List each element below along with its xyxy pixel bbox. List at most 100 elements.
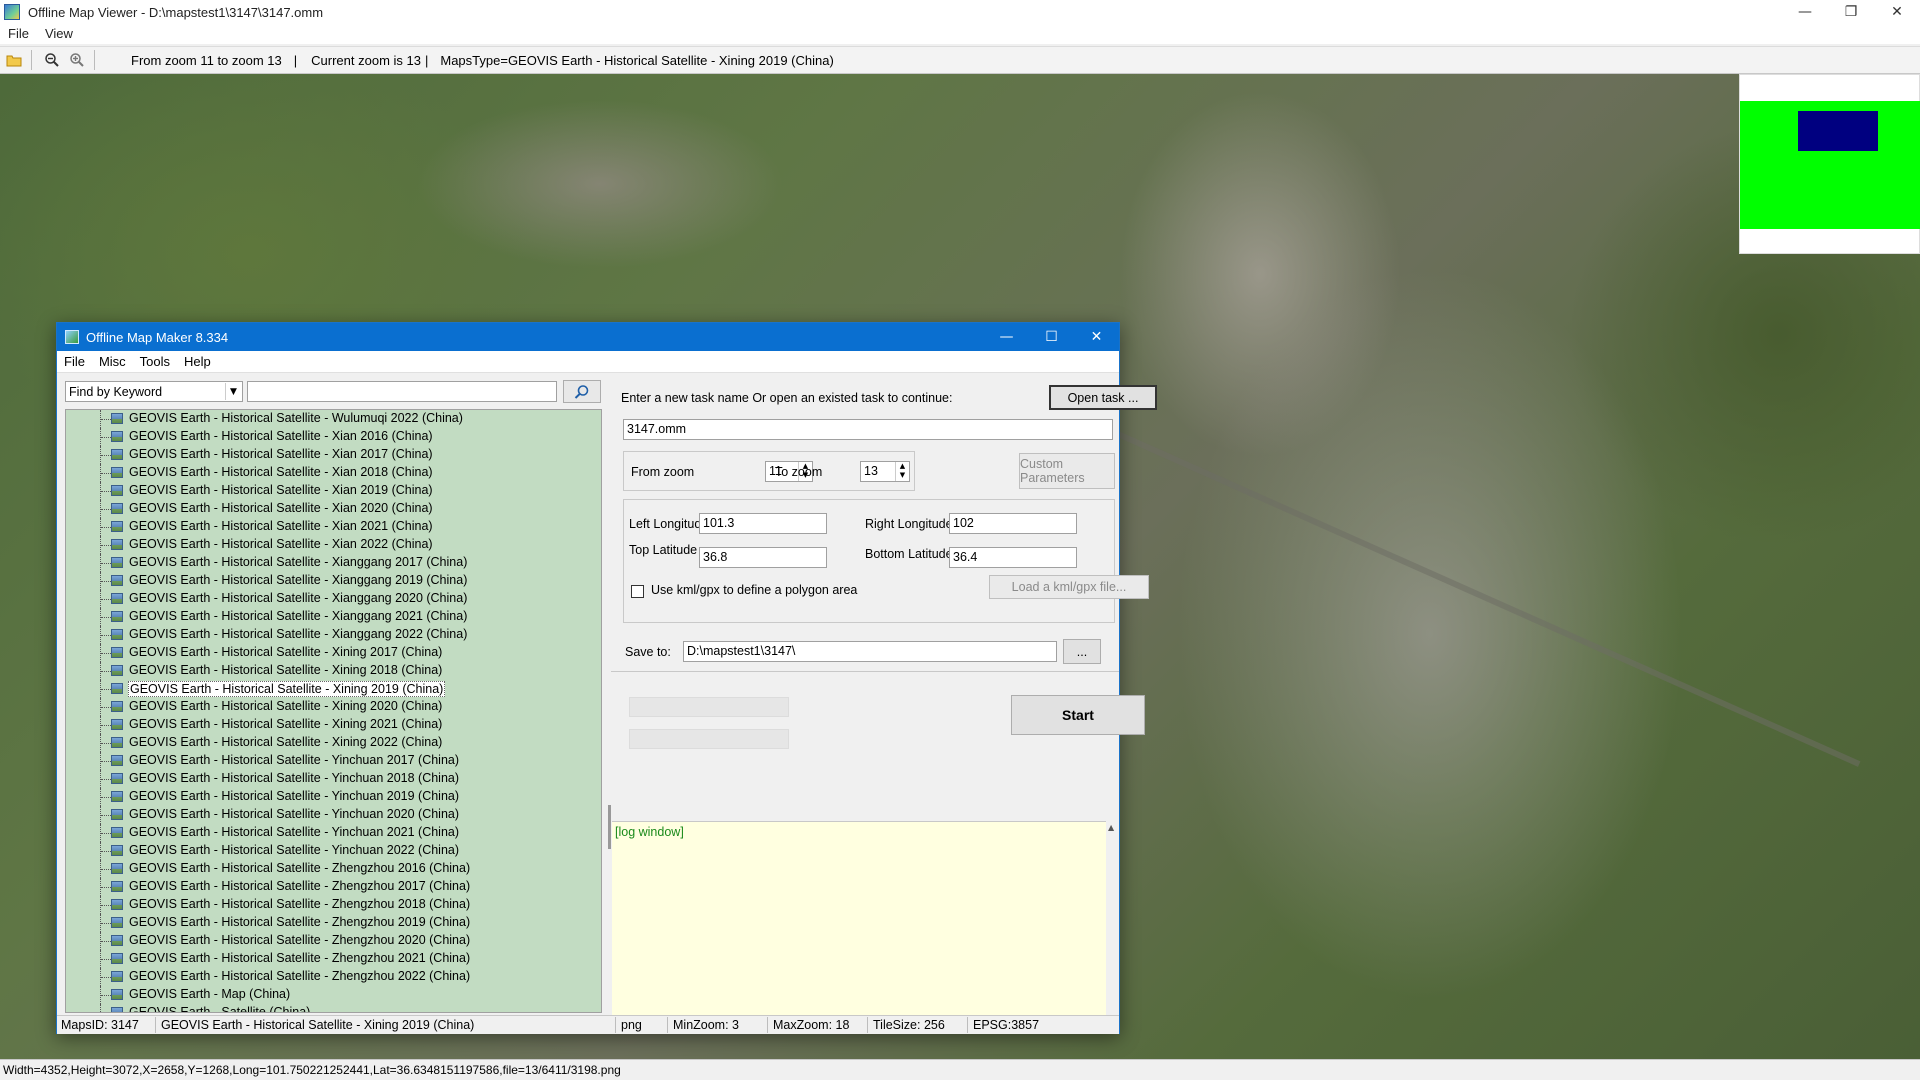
map-type-item[interactable]: GEOVIS Earth - Historical Satellite - Zh… <box>66 950 596 968</box>
map-type-item[interactable]: GEOVIS Earth - Historical Satellite - Xi… <box>66 554 596 572</box>
tree-connector <box>100 824 111 842</box>
map-type-item[interactable]: GEOVIS Earth - Historical Satellite - Zh… <box>66 878 596 896</box>
find-by-dropdown[interactable]: Find by Keyword ▼ <box>65 381 243 402</box>
map-type-item[interactable]: GEOVIS Earth - Satellite (China) <box>66 1004 596 1013</box>
map-type-tree[interactable]: GEOVIS Earth - Historical Satellite - Wu… <box>65 409 602 1013</box>
tree-connector <box>100 518 111 536</box>
map-tile-icon <box>111 611 123 622</box>
map-type-item[interactable]: GEOVIS Earth - Historical Satellite - Zh… <box>66 914 596 932</box>
map-type-item[interactable]: GEOVIS Earth - Historical Satellite - Xi… <box>66 680 596 698</box>
top-latitude-input[interactable]: 36.8 <box>699 547 827 568</box>
map-tile-icon <box>111 521 123 532</box>
map-type-list: GEOVIS Earth - Historical Satellite - Wu… <box>66 410 596 1013</box>
maker-menu-tools[interactable]: Tools <box>133 354 177 369</box>
overview-minimap[interactable] <box>1739 74 1920 254</box>
map-type-item[interactable]: GEOVIS Earth - Historical Satellite - Xi… <box>66 590 596 608</box>
kml-checkbox[interactable] <box>631 585 644 598</box>
spinner-arrows-icon[interactable]: ▲ ▼ <box>895 462 909 481</box>
map-type-label: GEOVIS Earth - Historical Satellite - Xi… <box>129 717 443 731</box>
map-type-item[interactable]: GEOVIS Earth - Historical Satellite - Xi… <box>66 662 596 680</box>
tree-connector <box>100 788 111 806</box>
map-type-item[interactable]: GEOVIS Earth - Historical Satellite - Wu… <box>66 410 596 428</box>
log-window[interactable]: [log window] <box>612 821 1106 1031</box>
zoom-out-icon[interactable] <box>41 49 63 71</box>
menu-view[interactable]: View <box>37 26 81 41</box>
map-type-item[interactable]: GEOVIS Earth - Historical Satellite - Zh… <box>66 860 596 878</box>
zoom-in-icon[interactable] <box>66 49 88 71</box>
tree-connector <box>100 986 111 1004</box>
close-icon[interactable]: ✕ <box>1874 0 1920 24</box>
menu-file[interactable]: File <box>0 26 37 41</box>
maker-menu-help[interactable]: Help <box>177 354 218 369</box>
maker-title: Offline Map Maker 8.334 <box>86 329 229 345</box>
map-tile-icon <box>111 719 123 730</box>
map-type-item[interactable]: GEOVIS Earth - Historical Satellite - Xi… <box>66 734 596 752</box>
maker-titlebar: Offline Map Maker 8.334 — ☐ ✕ <box>57 323 1119 351</box>
bottom-latitude-input[interactable]: 36.4 <box>949 547 1077 568</box>
map-type-item[interactable]: GEOVIS Earth - Historical Satellite - Yi… <box>66 806 596 824</box>
browse-button[interactable]: ... <box>1063 639 1101 664</box>
progress-bar-secondary <box>629 729 789 749</box>
map-tile-icon <box>111 827 123 838</box>
map-type-item[interactable]: GEOVIS Earth - Historical Satellite - Yi… <box>66 824 596 842</box>
map-type-item[interactable]: GEOVIS Earth - Map (China) <box>66 986 596 1004</box>
left-longitude-label: Left Longitude <box>629 517 709 531</box>
keyword-input[interactable] <box>247 381 557 402</box>
maximize-icon[interactable]: ☐ <box>1029 323 1074 351</box>
map-type-item[interactable]: GEOVIS Earth - Historical Satellite - Xi… <box>66 716 596 734</box>
status-epsg: EPSG:3857 <box>973 1018 1040 1032</box>
log-scrollbar[interactable]: ▲ ▼ <box>1106 821 1119 1031</box>
restore-icon[interactable]: ❐ <box>1828 0 1874 24</box>
minimize-icon[interactable]: — <box>1782 0 1828 24</box>
scroll-up-icon[interactable]: ▲ <box>1108 823 1114 832</box>
map-type-item[interactable]: GEOVIS Earth - Historical Satellite - Xi… <box>66 608 596 626</box>
map-type-item[interactable]: GEOVIS Earth - Historical Satellite - Yi… <box>66 788 596 806</box>
map-type-item[interactable]: GEOVIS Earth - Historical Satellite - Xi… <box>66 572 596 590</box>
chevron-down-icon[interactable]: ▼ <box>225 383 241 400</box>
tree-connector <box>100 554 111 572</box>
tree-connector <box>100 662 111 680</box>
status-divider <box>155 1017 156 1033</box>
map-type-item[interactable]: GEOVIS Earth - Historical Satellite - Zh… <box>66 896 596 914</box>
search-icon <box>574 384 589 399</box>
map-type-item[interactable]: GEOVIS Earth - Historical Satellite - Xi… <box>66 482 596 500</box>
map-type-item[interactable]: GEOVIS Earth - Historical Satellite - Yi… <box>66 770 596 788</box>
search-button[interactable] <box>563 380 601 403</box>
minimap-viewport[interactable] <box>1798 111 1878 151</box>
tree-connector <box>100 644 111 662</box>
map-type-item[interactable]: GEOVIS Earth - Historical Satellite - Xi… <box>66 518 596 536</box>
map-type-label: GEOVIS Earth - Historical Satellite - Xi… <box>129 447 433 461</box>
save-path-input[interactable]: D:\mapstest1\3147\ <box>683 641 1057 662</box>
map-type-item[interactable]: GEOVIS Earth - Historical Satellite - Xi… <box>66 644 596 662</box>
task-name-input[interactable]: 3147.omm <box>623 419 1113 440</box>
maker-menu-file[interactable]: File <box>57 354 92 369</box>
close-icon[interactable]: ✕ <box>1074 323 1119 351</box>
open-folder-icon[interactable] <box>3 49 25 71</box>
tree-connector <box>100 896 111 914</box>
custom-parameters-button[interactable]: Custom Parameters <box>1019 453 1115 489</box>
minimize-icon[interactable]: — <box>984 323 1029 351</box>
load-kml-button[interactable]: Load a kml/gpx file... <box>989 575 1149 599</box>
map-type-item[interactable]: GEOVIS Earth - Historical Satellite - Xi… <box>66 626 596 644</box>
open-task-button[interactable]: Open task ... <box>1049 385 1157 410</box>
left-longitude-input[interactable]: 101.3 <box>699 513 827 534</box>
map-type-item[interactable]: GEOVIS Earth - Historical Satellite - Xi… <box>66 500 596 518</box>
map-type-item[interactable]: GEOVIS Earth - Historical Satellite - Zh… <box>66 968 596 986</box>
map-type-label: GEOVIS Earth - Historical Satellite - Xi… <box>129 537 433 551</box>
maker-menu-misc[interactable]: Misc <box>92 354 133 369</box>
map-type-label: GEOVIS Earth - Satellite (China) <box>129 1005 311 1013</box>
start-button[interactable]: Start <box>1011 695 1145 735</box>
map-type-item[interactable]: GEOVIS Earth - Historical Satellite - Zh… <box>66 932 596 950</box>
map-type-item[interactable]: GEOVIS Earth - Historical Satellite - Xi… <box>66 428 596 446</box>
map-type-item[interactable]: GEOVIS Earth - Historical Satellite - Xi… <box>66 536 596 554</box>
map-type-item[interactable]: GEOVIS Earth - Historical Satellite - Xi… <box>66 698 596 716</box>
map-type-label: GEOVIS Earth - Historical Satellite - Xi… <box>129 591 468 605</box>
map-type-item[interactable]: GEOVIS Earth - Historical Satellite - Xi… <box>66 464 596 482</box>
right-longitude-input[interactable]: 102 <box>949 513 1077 534</box>
to-zoom-spinner[interactable]: 13 ▲ ▼ <box>860 461 910 482</box>
task-prompt: Enter a new task name Or open an existed… <box>621 391 953 405</box>
map-type-item[interactable]: GEOVIS Earth - Historical Satellite - Yi… <box>66 842 596 860</box>
map-type-item[interactable]: GEOVIS Earth - Historical Satellite - Xi… <box>66 446 596 464</box>
map-type-item[interactable]: GEOVIS Earth - Historical Satellite - Yi… <box>66 752 596 770</box>
map-type-label: GEOVIS Earth - Historical Satellite - Xi… <box>129 429 433 443</box>
